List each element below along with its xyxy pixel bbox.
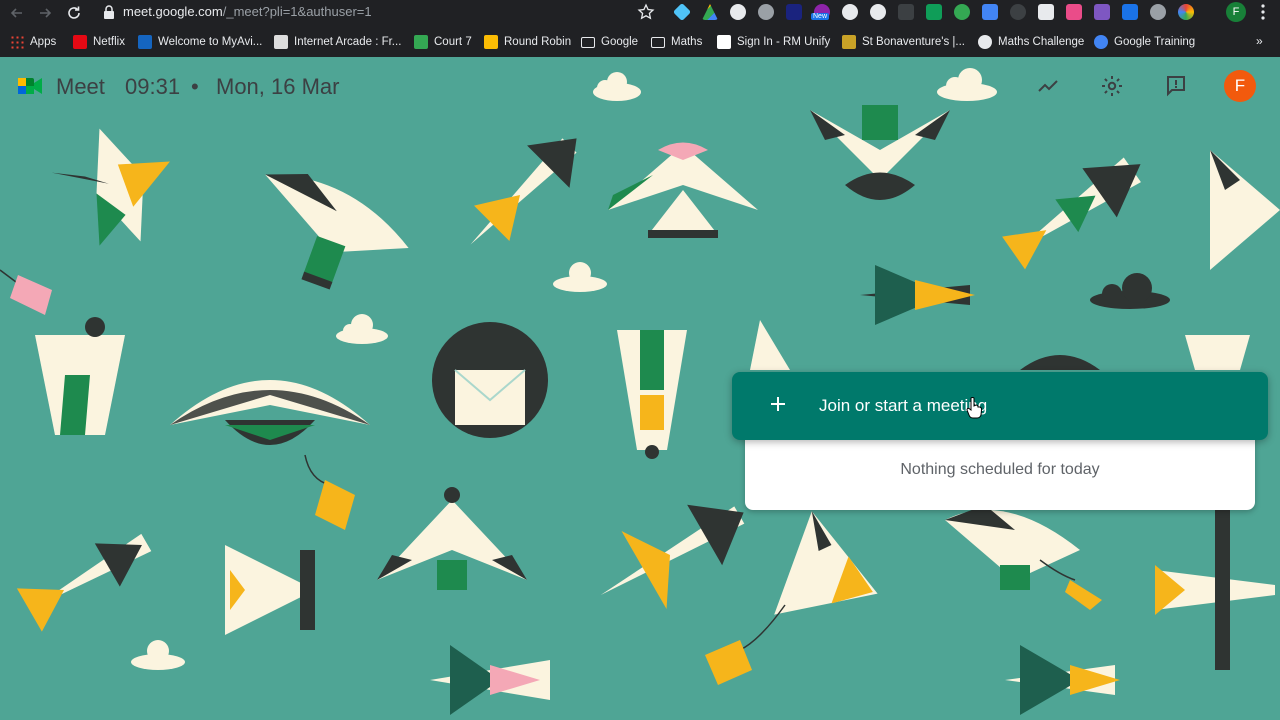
translate-icon[interactable] (982, 4, 998, 20)
extension-icon[interactable] (758, 4, 774, 20)
plus-icon (771, 397, 785, 411)
bookmark-label: St Bonaventure's |... (862, 36, 965, 48)
bookmark-item[interactable]: Maths (651, 30, 702, 54)
drive-icon[interactable] (702, 4, 718, 20)
reload-icon (68, 6, 80, 19)
trending-icon[interactable] (1036, 74, 1060, 98)
avatar[interactable]: F (1224, 70, 1256, 102)
bookmark-item[interactable]: St Bonaventure's |... (842, 30, 965, 54)
url-path: /_meet?pli=1&authuser=1 (222, 4, 372, 19)
add-icon[interactable] (954, 4, 970, 20)
extension-icon[interactable] (898, 4, 914, 20)
bookmark-item[interactable]: Sign In - RM Unify (717, 30, 830, 54)
bookmark-label: Apps (30, 36, 57, 48)
bookmark-label: Google Training (1114, 36, 1196, 48)
join-button-label: Join or start a meeting (819, 396, 988, 415)
current-time: 09:31 (125, 74, 181, 99)
separator-dot: • (191, 74, 199, 99)
bookmark-star-icon[interactable] (637, 3, 655, 21)
gear-icon[interactable] (1100, 74, 1124, 98)
join-or-start-meeting-button[interactable]: Join or start a meeting (732, 372, 1268, 440)
extension-icon[interactable] (1178, 4, 1194, 20)
apps-grid-icon (10, 35, 24, 49)
bookmark-item[interactable]: Internet Arcade : Fr... (274, 30, 401, 54)
extension-icon[interactable] (1150, 4, 1166, 20)
bookmark-label: Sign In - RM Unify (737, 36, 831, 48)
extension-icon[interactable] (786, 4, 802, 20)
netflix-icon (73, 35, 87, 49)
app-name: Meet (56, 74, 105, 99)
rm-icon (717, 35, 731, 49)
extension-icon[interactable] (870, 4, 886, 20)
bookmark-item[interactable]: Round Robin (484, 30, 571, 54)
school-crest-icon (842, 35, 856, 49)
hand-cursor-icon (966, 397, 983, 419)
google-icon (1094, 35, 1108, 49)
bookmark-label: Round Robin (504, 36, 572, 48)
bookmark-label: Maths Challenge (998, 36, 1085, 48)
browser-profile-avatar[interactable]: F (1226, 2, 1246, 22)
feedback-icon[interactable] (1164, 74, 1188, 98)
extension-icon[interactable] (1094, 4, 1110, 20)
bookmark-item[interactable]: Google (581, 30, 638, 54)
bookmark-item[interactable]: Welcome to MyAvi... (138, 30, 262, 54)
classroom-icon[interactable] (926, 4, 942, 20)
lock-icon (104, 5, 114, 19)
extensions-bar: New (672, 2, 1232, 22)
bookmarks-bar: Apps Netflix Welcome to MyAvi... Internet A… (0, 30, 1280, 54)
folder-icon (651, 36, 665, 48)
extension-icon[interactable] (1122, 4, 1138, 20)
browser-toolbar: meet.google.com/_meet?pli=1&authuser=1 N… (0, 0, 1280, 57)
back-arrow-icon (10, 8, 22, 18)
schedule-empty-text: Nothing scheduled for today (900, 461, 1100, 478)
url-text: meet.google.com/_meet?pli=1&authuser=1 (123, 4, 372, 19)
new-badge: New (811, 13, 830, 20)
bookmarks-overflow-button[interactable]: » (1256, 34, 1263, 48)
bookmark-item[interactable]: Court 7 (414, 30, 472, 54)
forward-arrow-icon (40, 8, 52, 18)
extension-icon[interactable] (1066, 4, 1082, 20)
extension-icon[interactable] (1038, 4, 1054, 20)
archive-icon (274, 35, 288, 49)
globe-icon (978, 35, 992, 49)
extension-icon[interactable] (1010, 4, 1026, 20)
browser-menu-icon[interactable] (1256, 3, 1270, 21)
extension-icon[interactable] (730, 4, 746, 20)
dark-cloud-icon (1090, 273, 1170, 309)
back-button[interactable] (6, 2, 28, 24)
reload-button[interactable] (63, 2, 85, 24)
url-host: meet.google.com (123, 4, 223, 19)
myavi-icon (138, 35, 152, 49)
bookmark-item[interactable]: Apps (10, 30, 56, 54)
bookmark-label: Welcome to MyAvi... (158, 36, 263, 48)
bookmark-item[interactable]: Google Training (1094, 30, 1195, 54)
forward-button[interactable] (34, 2, 56, 24)
extension-icon[interactable] (672, 2, 692, 22)
extension-icon[interactable] (842, 4, 858, 20)
meet-logo-icon[interactable] (16, 72, 44, 100)
bookmark-label: Google (601, 36, 639, 48)
bookmark-label: Netflix (93, 36, 125, 48)
bookmark-label: Court 7 (434, 36, 472, 48)
address-bar[interactable]: meet.google.com/_meet?pli=1&authuser=1 (93, 1, 663, 23)
bookmark-label: Internet Arcade : Fr... (294, 36, 402, 48)
folder-icon (581, 36, 595, 48)
bookmark-item[interactable]: Netflix (73, 30, 125, 54)
current-date: Mon, 16 Mar (216, 74, 340, 99)
drive-icon (484, 35, 498, 49)
bookmark-label: Maths (671, 36, 703, 48)
bookmark-item[interactable]: Maths Challenge (978, 30, 1084, 54)
court-icon (414, 35, 428, 49)
